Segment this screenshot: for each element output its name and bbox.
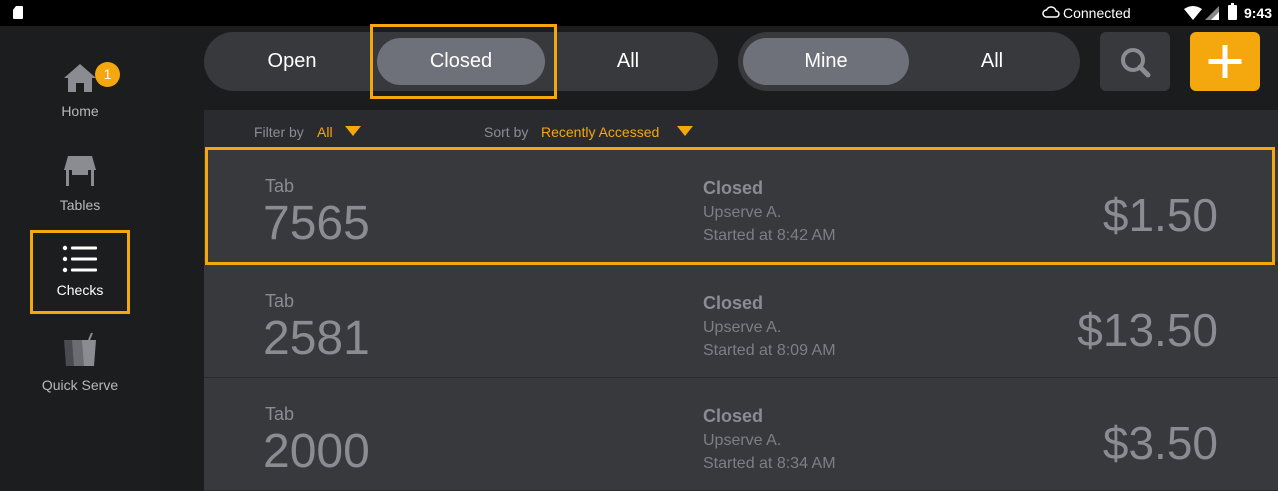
drink-cups-icon [64, 332, 96, 366]
tab-number: 2000 [263, 425, 370, 478]
tab-all-owner[interactable]: All [909, 32, 1075, 91]
sidebar: 1 Home Tables Checks Quick Serve [0, 26, 160, 491]
closed-tab-highlight [370, 24, 557, 99]
sidebar-item-label: Tables [59, 197, 101, 213]
plus-icon [1208, 45, 1242, 78]
filter-caret-icon[interactable] [345, 126, 361, 136]
tab-number: 2581 [263, 312, 370, 365]
filter-sort-bar: Filter by All Sort by Recently Accessed [204, 110, 1278, 146]
check-started: Started at 8:34 AM [703, 455, 836, 472]
table-icon [64, 156, 96, 186]
check-row[interactable]: Tab 2581 Closed Upserve A. Started at 8:… [204, 265, 1278, 377]
battery-icon [1228, 3, 1237, 20]
sort-dropdown[interactable]: Recently Accessed [541, 124, 659, 140]
list-icon [62, 245, 97, 273]
tab-label: Tab [265, 404, 295, 424]
sort-caret-icon[interactable] [677, 126, 693, 136]
home-icon [64, 64, 96, 92]
sidebar-item-home[interactable]: 1 Home [30, 62, 130, 132]
wifi-icon [1184, 6, 1202, 20]
tab-all-status[interactable]: All [545, 32, 711, 91]
status-bar: Connected 9:43 [0, 0, 1278, 26]
tab-label: Tab [265, 291, 295, 311]
sort-label: Sort by [484, 124, 529, 140]
check-status: Closed [703, 406, 764, 426]
check-row[interactable]: Tab 2000 Closed Upserve A. Started at 8:… [204, 378, 1278, 490]
check-amount: $3.50 [1102, 417, 1218, 469]
filter-label: Filter by [254, 124, 304, 140]
tab-mine[interactable]: Mine [743, 32, 909, 91]
clock-time: 9:43 [1244, 5, 1273, 21]
search-icon [1121, 48, 1151, 78]
sidebar-item-quick-serve[interactable]: Quick Serve [30, 332, 130, 402]
signal-icon [1205, 6, 1219, 20]
sidebar-item-checks[interactable]: Checks [30, 230, 130, 314]
sidebar-item-label: Home [61, 103, 99, 119]
search-button[interactable] [1100, 32, 1170, 91]
add-check-button[interactable] [1190, 32, 1260, 91]
selected-row-highlight [205, 147, 1275, 265]
check-started: Started at 8:09 AM [703, 342, 836, 359]
sidebar-item-label: Quick Serve [41, 377, 119, 393]
filter-dropdown[interactable]: All [317, 124, 333, 140]
sidebar-item-tables[interactable]: Tables [30, 154, 130, 224]
check-status: Closed [703, 293, 764, 313]
owner-filter-segmented: Mine All [738, 32, 1080, 91]
connection-status: Connected [1063, 5, 1131, 21]
home-badge: 1 [95, 62, 120, 87]
sd-card-icon [13, 6, 23, 19]
check-server: Upserve A. [703, 432, 782, 449]
check-server: Upserve A. [703, 319, 782, 336]
sidebar-item-label: Checks [56, 282, 104, 298]
cloud-icon [1042, 6, 1060, 18]
tab-open[interactable]: Open [204, 32, 380, 91]
check-amount: $13.50 [1077, 304, 1218, 356]
